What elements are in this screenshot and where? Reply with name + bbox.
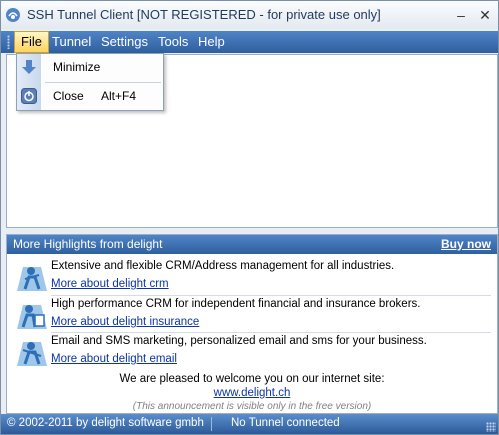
menu-settings[interactable]: Settings — [95, 31, 154, 53]
highlight-item-insurance: High performance CRM for independent fin… — [7, 295, 497, 335]
welcome-text: We are pleased to welcome you on our int… — [119, 373, 385, 385]
highlights-title: More Highlights from delight — [13, 237, 163, 251]
menu-item-minimize[interactable]: Minimize — [17, 54, 163, 80]
buy-now-link[interactable]: Buy now — [441, 237, 491, 251]
email-figure-icon — [17, 342, 47, 366]
resize-grip-icon[interactable] — [486, 422, 496, 432]
app-icon — [6, 8, 20, 22]
highlight-text: Extensive and flexible CRM/Address manag… — [51, 260, 395, 272]
highlights-header: More Highlights from delight Buy now — [7, 235, 497, 254]
status-connection: No Tunnel connected — [231, 417, 340, 429]
menu-tunnel[interactable]: Tunnel — [46, 31, 97, 53]
status-divider — [211, 417, 212, 431]
menu-bar: File Tunnel Settings Tools Help — [1, 31, 498, 53]
title-bar[interactable]: SSH Tunnel Client [NOT REGISTERED - for … — [1, 1, 498, 29]
highlight-link-crm[interactable]: More about delight crm — [51, 278, 169, 290]
minimize-down-arrow-icon — [22, 60, 36, 74]
highlights-panel: More Highlights from delight Buy now Ext… — [6, 234, 498, 414]
menu-item-shortcut: Alt+F4 — [101, 89, 137, 103]
menu-item-close[interactable]: Close Alt+F4 — [17, 83, 163, 109]
insurance-figure-icon — [17, 305, 47, 329]
highlight-link-email[interactable]: More about delight email — [51, 353, 177, 365]
main-window: SSH Tunnel Client [NOT REGISTERED - for … — [0, 0, 499, 435]
menu-file[interactable]: File — [14, 31, 49, 53]
highlight-item-email: Email and SMS marketing, personalized em… — [7, 332, 497, 372]
menu-tools[interactable]: Tools — [152, 31, 194, 53]
file-menu-dropdown: Minimize Close Alt+F4 — [16, 53, 164, 111]
highlight-item-crm: Extensive and flexible CRM/Address manag… — [7, 257, 497, 297]
status-bar: © 2002-2011 by delight software gmbh No … — [1, 414, 498, 434]
menu-item-label: Minimize — [53, 60, 101, 74]
free-version-note: (This announcement is visible only in th… — [132, 401, 372, 412]
close-power-icon — [21, 88, 37, 104]
highlight-text: Email and SMS marketing, personalized em… — [51, 335, 427, 347]
website-link[interactable]: www.delight.ch — [7, 387, 497, 399]
menu-help[interactable]: Help — [192, 31, 231, 53]
menubar-grip-icon[interactable] — [7, 35, 10, 49]
window-title: SSH Tunnel Client [NOT REGISTERED - for … — [27, 7, 381, 22]
highlight-text: High performance CRM for independent fin… — [51, 298, 421, 310]
menu-item-label: Close — [53, 89, 84, 103]
crm-figure-icon — [17, 267, 47, 291]
status-copyright: © 2002-2011 by delight software gmbh — [7, 417, 204, 429]
highlight-link-insurance[interactable]: More about delight insurance — [51, 316, 199, 328]
close-window-button[interactable]: ✕ — [475, 6, 495, 24]
minimize-window-button[interactable]: – — [451, 6, 471, 24]
